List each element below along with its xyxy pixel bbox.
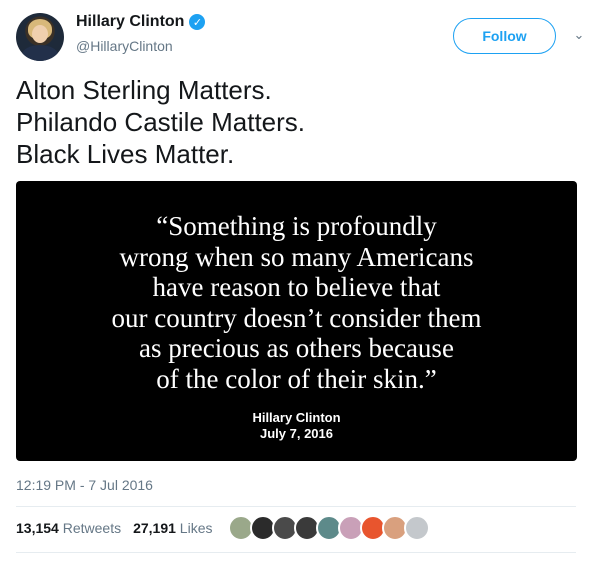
liker-avatars [228, 515, 430, 543]
likes-count: 27,191 [133, 520, 176, 536]
likes-stat[interactable]: 27,191 Likes [133, 520, 212, 536]
user-avatar[interactable] [16, 13, 64, 61]
name-row: Hillary Clinton ✓ [76, 13, 206, 31]
quote-line: have reason to believe that [152, 272, 441, 302]
media-quote: “Something is profoundly wrong when so m… [16, 211, 577, 394]
media-attribution: Hillary Clinton July 7, 2016 [16, 410, 577, 442]
tweet-header: Hillary Clinton ✓ @HillaryClinton Follow… [16, 10, 584, 61]
retweets-label: Retweets [62, 520, 122, 536]
liker-avatar[interactable] [404, 515, 430, 541]
display-name[interactable]: Hillary Clinton [76, 13, 184, 31]
avatar-body [22, 45, 58, 61]
likes-label: Likes [179, 520, 213, 536]
divider [16, 552, 576, 553]
tweet-line: Black Lives Matter. [16, 139, 235, 169]
tweet-timestamp[interactable]: 12:19 PM - 7 Jul 2016 [16, 477, 153, 493]
tweet-text: Alton Sterling Matters. Philando Castile… [16, 74, 576, 170]
quote-line: our country doesn’t consider them [111, 302, 482, 333]
attribution-date: July 7, 2016 [260, 426, 333, 441]
retweets-count: 13,154 [16, 520, 59, 536]
tweet-media-image[interactable]: “Something is profoundly wrong when so m… [16, 181, 577, 461]
follow-button[interactable]: Follow [453, 18, 556, 54]
verified-badge-icon: ✓ [189, 14, 206, 30]
tweet-line: Philando Castile Matters. [16, 107, 306, 137]
attribution-name: Hillary Clinton [252, 410, 341, 425]
tweet-stats: 13,154 Retweets 27,191 Likes [16, 520, 212, 536]
quote-line: wrong when so many Americans [119, 241, 474, 272]
retweets-stat[interactable]: 13,154 Retweets [16, 520, 121, 536]
chevron-down-icon[interactable]: ⌄ [572, 27, 586, 42]
avatar-face [32, 25, 48, 43]
quote-line: of the color of their skin.” [156, 363, 437, 394]
user-handle[interactable]: @HillaryClinton [76, 38, 173, 54]
quote-line: as precious as others because [139, 333, 454, 363]
divider [16, 506, 576, 507]
tweet-line: Alton Sterling Matters. [16, 75, 272, 105]
quote-line: “Something is profoundly [156, 211, 437, 241]
